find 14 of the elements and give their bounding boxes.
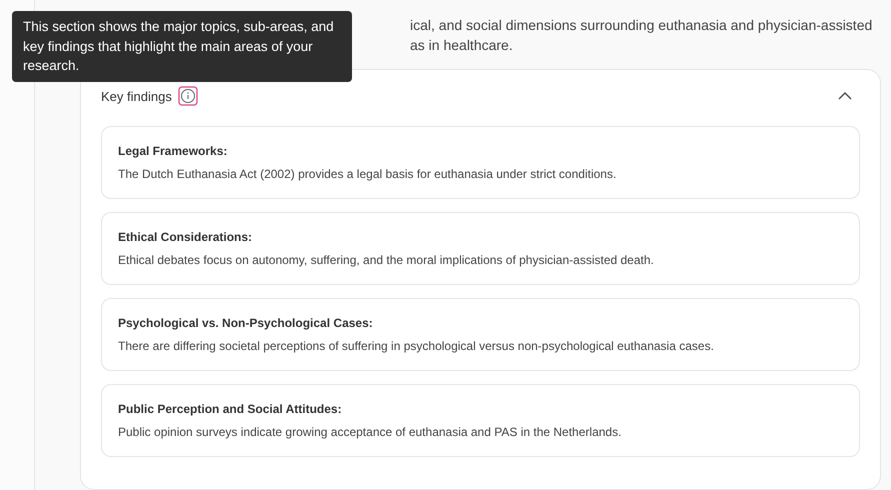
finding-text: Ethical debates focus on autonomy, suffering, and the moral implications of physician-assisted death.: [118, 253, 655, 267]
intro-text: ical, and social dimensions surrounding euthanasia and physician-assisted: [410, 16, 874, 35]
finding-title: Ethical Considerations:: [118, 230, 254, 244]
finding-title: Psychological vs. Non-Psychological Cases:: [118, 316, 374, 330]
tooltip: This section shows the major topics, sub-areas, and key findings that highlight the main areas of your research.: [12, 11, 352, 82]
intro-text: as in healthcare.: [410, 36, 514, 55]
finding-text: There are differing societal perceptions of suffering in psychological versus non-psychological euthanasia cases.: [118, 339, 715, 353]
info-icon[interactable]: [178, 86, 198, 106]
finding-title: Legal Frameworks:: [118, 144, 228, 158]
section-title: Key findings: [101, 88, 172, 104]
finding-text: Public opinion surveys indicate growing acceptance of euthanasia and PAS in the Netherlands.: [118, 425, 622, 439]
collapse-chevron-icon[interactable]: [838, 92, 852, 100]
finding-title: Public Perception and Social Attitudes:: [118, 402, 343, 416]
finding-text: The Dutch Euthanasia Act (2002) provides a legal basis for euthanasia under strict conditions.: [118, 167, 618, 181]
